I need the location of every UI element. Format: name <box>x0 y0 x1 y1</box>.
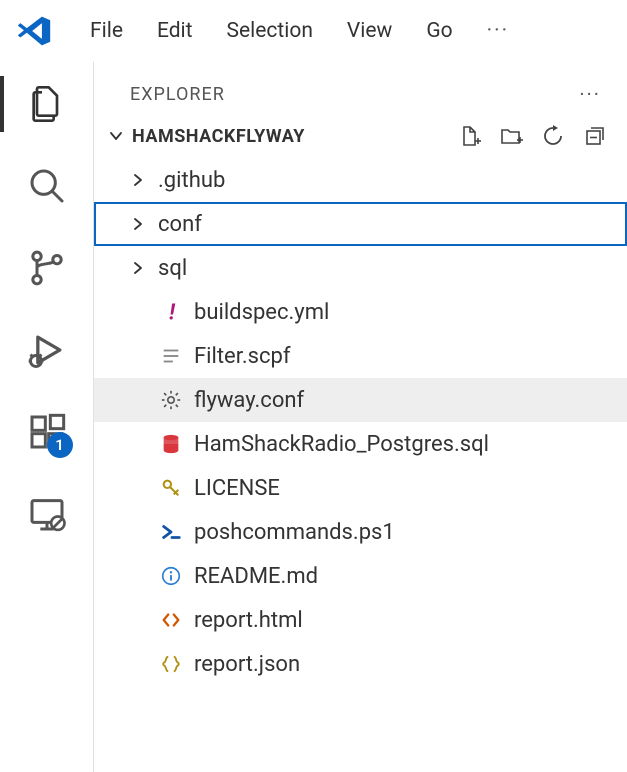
search-icon <box>27 166 67 206</box>
project-name: HAMSHACKFLYWAY <box>132 126 449 147</box>
menu-overflow-icon[interactable]: ··· <box>473 13 523 49</box>
new-folder-button[interactable] <box>497 122 525 150</box>
gear-icon <box>158 387 184 413</box>
activity-explorer[interactable] <box>23 80 71 128</box>
file-row[interactable]: poshcommands.ps1 <box>94 510 627 554</box>
activity-remote[interactable] <box>23 490 71 538</box>
new-file-button[interactable] <box>455 122 483 150</box>
file-row[interactable]: HamShackRadio_Postgres.sql <box>94 422 627 466</box>
explorer-more-icon[interactable]: ··· <box>579 82 601 106</box>
menu-selection[interactable]: Selection <box>213 13 327 49</box>
debug-icon <box>25 328 69 372</box>
braces-icon <box>158 651 184 677</box>
menubar: File Edit Selection View Go ··· <box>0 0 627 62</box>
tree-item-label: report.html <box>194 608 303 633</box>
explorer-title: EXPLORER <box>130 84 225 105</box>
menu-go[interactable]: Go <box>412 13 466 49</box>
tree-item-label: LICENSE <box>194 476 280 501</box>
menu-file[interactable]: File <box>76 13 137 49</box>
activity-extensions[interactable]: 1 <box>23 408 71 456</box>
tree-item-label: README.md <box>194 564 318 589</box>
svg-text:!: ! <box>169 301 176 323</box>
activity-search[interactable] <box>23 162 71 210</box>
activity-source-control[interactable] <box>23 244 71 292</box>
tree-item-label: sql <box>158 256 187 281</box>
file-row[interactable]: report.json <box>94 642 627 686</box>
collapse-all-button[interactable] <box>581 122 609 150</box>
angle-icon <box>158 607 184 633</box>
db-icon <box>158 431 184 457</box>
menu-edit[interactable]: Edit <box>143 13 207 49</box>
tree-item-label: flyway.conf <box>194 388 304 413</box>
tree-item-label: conf <box>158 212 202 237</box>
lines-icon <box>158 343 184 369</box>
info-icon <box>158 563 184 589</box>
main: 1 EXPLORER ··· HAMSHACKFLYWAY <box>0 62 627 772</box>
key-icon <box>158 475 184 501</box>
file-row[interactable]: Filter.scpf <box>94 334 627 378</box>
tree-item-label: HamShackRadio_Postgres.sql <box>194 432 489 457</box>
tree-item-label: poshcommands.ps1 <box>194 520 395 545</box>
refresh-button[interactable] <box>539 122 567 150</box>
vscode-logo-icon <box>12 9 56 53</box>
file-row[interactable]: flyway.conf <box>94 378 627 422</box>
file-row[interactable]: README.md <box>94 554 627 598</box>
chevron-right-icon <box>128 214 148 234</box>
files-icon <box>27 84 67 124</box>
tree-item-label: buildspec.yml <box>194 300 329 325</box>
remote-icon <box>27 494 67 534</box>
menu-view[interactable]: View <box>333 13 406 49</box>
file-tree: .github conf sql! buildspec.yml Filter.scpf f… <box>94 158 627 772</box>
folder-row[interactable]: sql <box>94 246 627 290</box>
activity-debug[interactable] <box>23 326 71 374</box>
tree-item-label: report.json <box>194 652 300 677</box>
folder-row[interactable]: conf <box>94 202 627 246</box>
file-row[interactable]: ! buildspec.yml <box>94 290 627 334</box>
chevron-down-icon <box>106 126 126 146</box>
tree-item-label: Filter.scpf <box>194 344 291 369</box>
file-row[interactable]: LICENSE <box>94 466 627 510</box>
file-row[interactable]: report.html <box>94 598 627 642</box>
tree-item-label: .github <box>158 168 225 193</box>
project-root[interactable]: HAMSHACKFLYWAY <box>94 114 627 158</box>
project-actions <box>455 122 609 150</box>
explorer-header: EXPLORER ··· <box>94 62 627 114</box>
exclaim-icon: ! <box>158 299 184 325</box>
chevron-right-icon <box>128 258 148 278</box>
explorer-sidebar: EXPLORER ··· HAMSHACKFLYWAY <box>94 62 627 772</box>
chevron-right-icon <box>128 170 148 190</box>
ps-icon <box>158 519 184 545</box>
extensions-badge: 1 <box>47 432 73 458</box>
activity-bar: 1 <box>0 62 94 772</box>
folder-row[interactable]: .github <box>94 158 627 202</box>
branch-icon <box>27 248 67 288</box>
